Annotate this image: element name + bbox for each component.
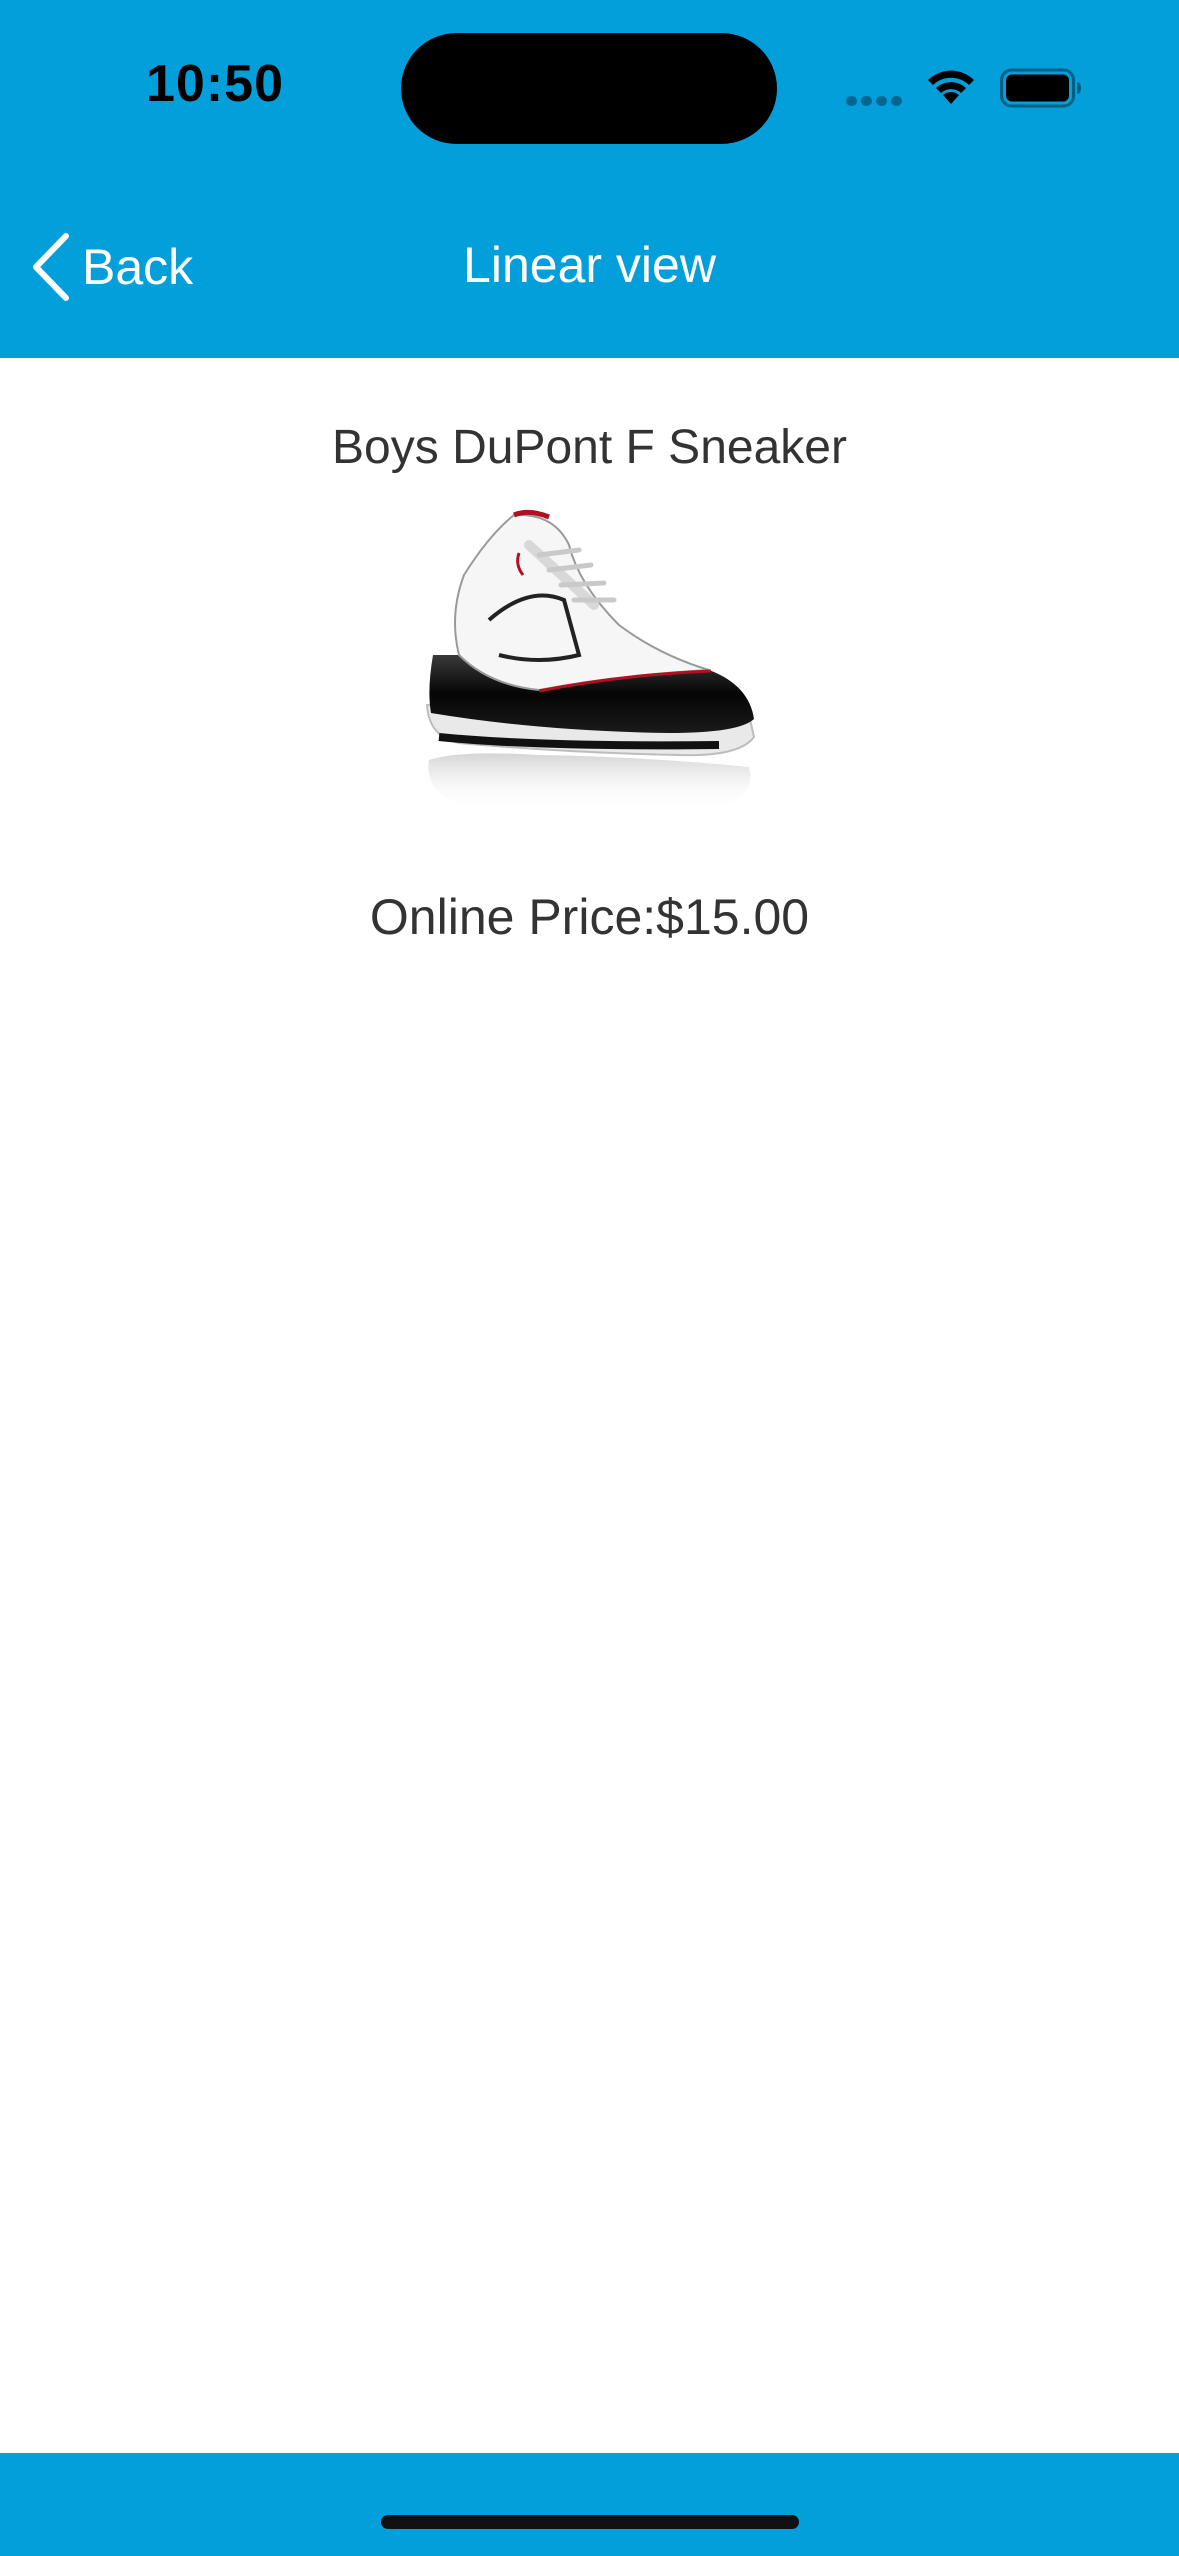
price-line: Online Price:$15.00 [0,888,1179,946]
page-title: Linear view [463,237,716,293]
price-label: Online Price: [369,889,657,945]
header-bar: 10:50 Back Linear view [0,0,1179,358]
screen: 10:50 Back Linear view Boys DuPont F Sne… [0,0,1179,2556]
cell-signal-icon [846,96,904,106]
product-image [425,509,756,810]
home-indicator[interactable] [381,2515,799,2529]
status-time: 10:50 [146,55,284,113]
dynamic-island [401,33,777,144]
battery-icon [1000,68,1081,108]
product-name: Boys DuPont F Sneaker [332,421,847,474]
bottom-bar [0,2453,1179,2556]
price-value: $15.00 [656,889,810,945]
wifi-icon [928,70,974,104]
